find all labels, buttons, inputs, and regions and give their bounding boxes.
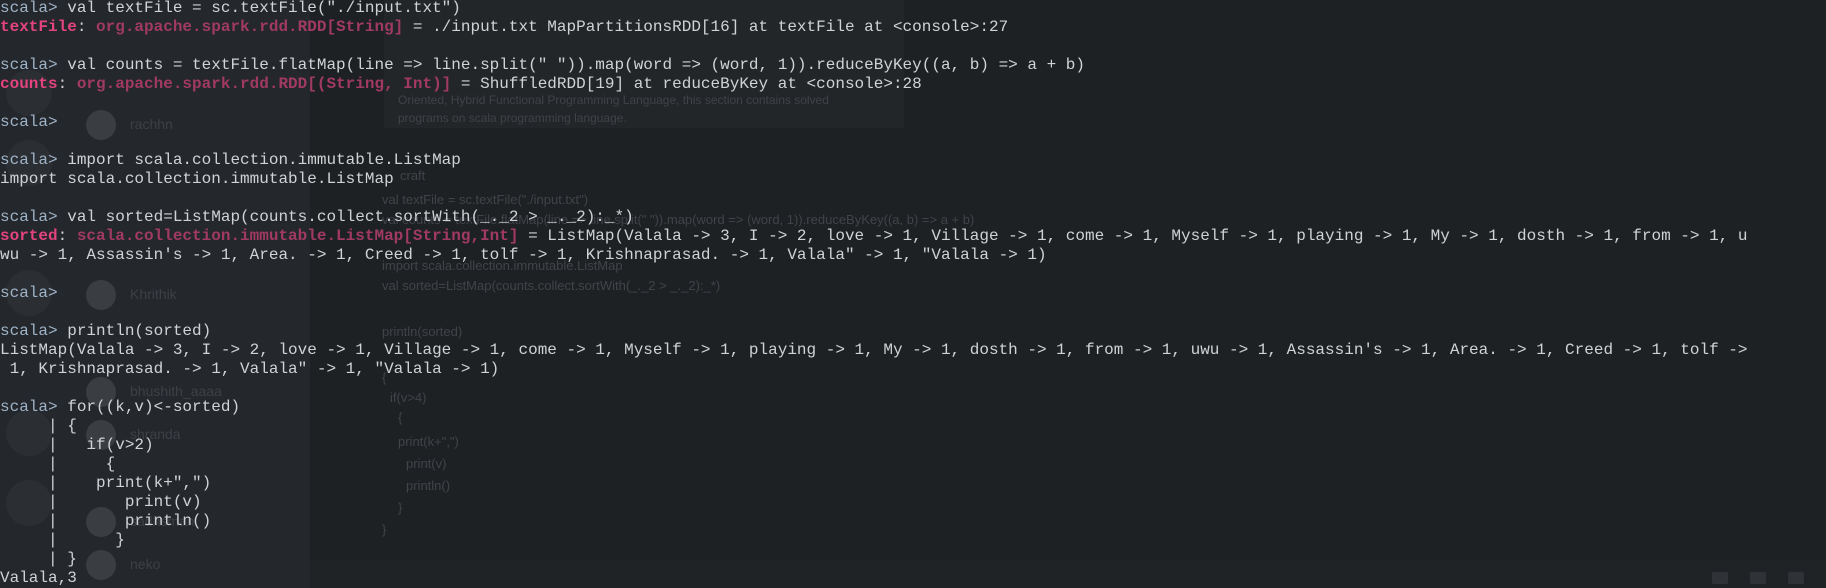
terminal-output[interactable]: scala> val textFile = sc.textFile("./inp… [0, 0, 1826, 588]
output-text: | } [0, 531, 125, 549]
scala-prompt: scala> [0, 0, 58, 17]
result-name: counts [0, 75, 58, 93]
output-text: | { [0, 417, 77, 435]
command-text: val textFile = sc.textFile("./input.txt"… [57, 0, 461, 17]
output-text: Valala,3 [0, 569, 77, 587]
scala-prompt: scala> [0, 398, 58, 416]
scala-prompt: scala> [0, 322, 58, 340]
result-separator: : [57, 75, 77, 93]
output-text: | } [0, 550, 77, 568]
terminal-output-line: | println() [0, 512, 211, 531]
scala-prompt: scala> [0, 208, 58, 226]
command-text: val sorted=ListMap(counts.collect.sortWi… [57, 208, 634, 226]
terminal-output-line: 1, Krishnaprasad. -> 1, Valala" -> 1, "V… [0, 360, 500, 379]
terminal-input-line: scala> val sorted=ListMap(counts.collect… [0, 208, 634, 227]
command-text: import scala.collection.immutable.ListMa… [57, 151, 461, 169]
output-text: | print(k+",") [0, 474, 212, 492]
terminal-output-line: | if(v>2) [0, 436, 154, 455]
terminal-input-line: scala> for((k,v)<-sorted) [0, 398, 240, 417]
result-value: = ShuffledRDD[19] at reduceByKey at <con… [451, 75, 922, 93]
command-text: for((k,v)<-sorted) [57, 398, 241, 416]
terminal-result-line: textFile: org.apache.spark.rdd.RDD[Strin… [0, 18, 1008, 37]
terminal-input-line: scala> [0, 113, 58, 132]
terminal-result-line: sorted: scala.collection.immutable.ListM… [0, 227, 1747, 246]
terminal-input-line: scala> val textFile = sc.textFile("./inp… [0, 0, 461, 18]
output-text: | print(v) [0, 493, 202, 511]
output-text: | println() [0, 512, 212, 530]
output-text: import scala.collection.immutable.ListMa… [0, 170, 394, 188]
terminal-output-line: | } [0, 531, 125, 550]
scala-prompt: scala> [0, 113, 58, 131]
result-type: org.apache.spark.rdd.RDD[(String, Int)] [76, 75, 452, 93]
result-separator: : [57, 227, 77, 245]
output-text: | if(v>2) [0, 436, 154, 454]
output-text: | { [0, 455, 116, 473]
result-name: sorted [0, 227, 58, 245]
command-text: val counts = textFile.flatMap(line => li… [57, 56, 1085, 74]
result-value: = ListMap(Valala -> 3, I -> 2, love -> 1… [518, 227, 1748, 245]
scala-prompt: scala> [0, 56, 58, 74]
terminal-output-line: | { [0, 417, 77, 436]
result-value: = ./input.txt MapPartitionsRDD[16] at te… [403, 18, 1009, 36]
result-separator: : [76, 18, 97, 36]
terminal-output-line: | print(k+",") [0, 474, 211, 493]
terminal-input-line: scala> println(sorted) [0, 322, 211, 341]
terminal-input-line: scala> import scala.collection.immutable… [0, 151, 461, 170]
terminal-output-line: | print(v) [0, 493, 202, 512]
terminal-result-line: counts: org.apache.spark.rdd.RDD[(String… [0, 75, 922, 94]
output-text: ListMap(Valala -> 3, I -> 2, love -> 1, … [0, 341, 1748, 359]
terminal-output-line: ListMap(Valala -> 3, I -> 2, love -> 1, … [0, 341, 1747, 360]
result-type: scala.collection.immutable.ListMap[Strin… [76, 227, 519, 245]
terminal-input-line: scala> val counts = textFile.flatMap(lin… [0, 56, 1085, 75]
result-name: textFile [0, 18, 77, 36]
terminal-output-line: wu -> 1, Assassin's -> 1, Area. -> 1, Cr… [0, 246, 1047, 265]
scala-prompt: scala> [0, 284, 58, 302]
terminal-output-line: | } [0, 550, 77, 569]
terminal-output-line: import scala.collection.immutable.ListMa… [0, 170, 394, 189]
result-type: org.apache.spark.rdd.RDD[String] [96, 18, 404, 36]
terminal-output-line: Valala,3 [0, 569, 77, 588]
terminal-output-line: | { [0, 455, 115, 474]
output-text: wu -> 1, Assassin's -> 1, Area. -> 1, Cr… [0, 246, 1047, 264]
output-text: 1, Krishnaprasad. -> 1, Valala" -> 1, "V… [0, 360, 500, 378]
terminal-input-line: scala> [0, 284, 58, 303]
command-text: println(sorted) [57, 322, 212, 340]
scala-prompt: scala> [0, 151, 58, 169]
